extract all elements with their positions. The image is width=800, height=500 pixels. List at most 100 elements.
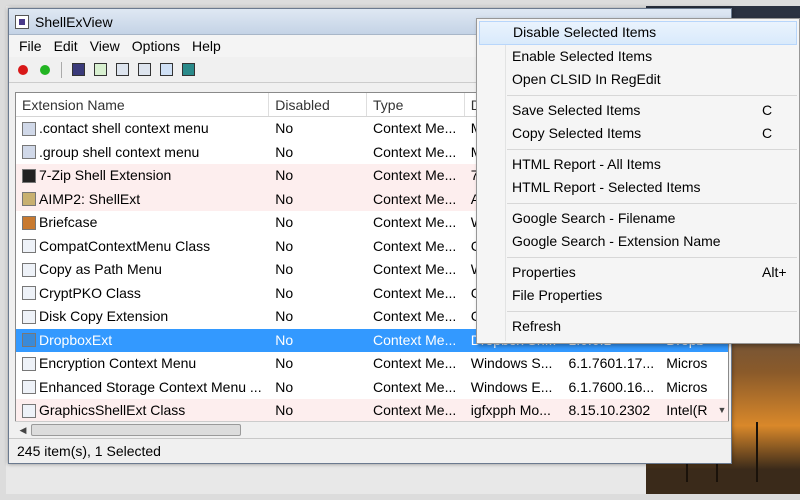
save-icon[interactable] <box>70 62 86 78</box>
column-type[interactable]: Type <box>367 93 465 116</box>
column-extension-name[interactable]: Extension Name <box>16 93 270 116</box>
extension-name: Briefcase <box>39 214 98 230</box>
cell-type: Context Me... <box>373 143 457 160</box>
cell-disabled: No <box>275 167 294 183</box>
context-menu: Disable Selected Items Enable Selected It… <box>476 18 800 344</box>
menu-item-label: HTML Report - All Items <box>512 155 661 172</box>
cell-disabled: No <box>275 331 294 348</box>
cell-disabled: No <box>275 120 294 136</box>
table-row[interactable]: GraphicsShellExt Class No Context Me... igf… <box>16 399 728 423</box>
extension-icon <box>22 403 36 418</box>
horizontal-scrollbar[interactable]: ◀ <box>15 421 729 438</box>
menu-item-label: Save Selected Items <box>512 101 641 118</box>
extension-icon <box>22 286 36 301</box>
cell-type: Context Me... <box>373 237 457 254</box>
cell-type: Context Me... <box>373 190 457 207</box>
cell-type: Context Me... <box>373 120 457 136</box>
cell-type: Context Me... <box>373 378 457 395</box>
menu-options[interactable]: Options <box>126 38 186 54</box>
cell-disabled: No <box>275 237 294 254</box>
extension-icon <box>22 356 36 371</box>
menu-file[interactable]: File <box>13 38 48 54</box>
extension-name: Copy as Path Menu <box>39 261 162 277</box>
cell-name: GraphicsShellExt Class <box>16 399 269 423</box>
scroll-down-icon[interactable]: ▼ <box>715 405 729 419</box>
cell-disabled: No <box>275 402 294 418</box>
extension-icon <box>22 215 36 230</box>
menu-separator <box>507 202 797 204</box>
menu-item-label: HTML Report - Selected Items <box>512 179 701 195</box>
menu-item-copy-selected-items[interactable]: Copy Selected Items C <box>477 122 799 146</box>
cell-name: .contact shell context menu <box>16 117 269 141</box>
menu-item-properties[interactable]: Properties Alt+ <box>477 261 799 285</box>
menu-separator <box>507 94 797 96</box>
menu-separator <box>507 256 797 258</box>
window-title: ShellExView <box>35 13 113 30</box>
cell-name: Encryption Context Menu <box>16 352 269 376</box>
menu-item-open-clsid-in-regedit[interactable]: Open CLSID In RegEdit <box>477 68 799 92</box>
menu-item-html-report-selected-items[interactable]: HTML Report - Selected Items <box>477 176 799 200</box>
cell-disabled: No <box>275 214 294 230</box>
extension-name: GraphicsShellExt Class <box>39 402 186 418</box>
menu-item-save-selected-items[interactable]: Save Selected Items C <box>477 99 799 123</box>
column-disabled[interactable]: Disabled <box>269 93 367 116</box>
menu-item-label: Open CLSID In RegEdit <box>512 71 661 87</box>
menu-item-file-properties[interactable]: File Properties <box>477 284 799 308</box>
menu-item-html-report-all-items[interactable]: HTML Report - All Items <box>477 153 799 177</box>
table-row[interactable]: Enhanced Storage Context Menu ... No Conte… <box>16 376 728 400</box>
menu-separator <box>507 148 797 150</box>
cell-disabled: No <box>275 143 294 160</box>
menu-help[interactable]: Help <box>186 38 227 54</box>
refresh-icon[interactable] <box>92 62 108 78</box>
cell-name: DropboxExt <box>16 329 269 353</box>
menu-item-label: Enable Selected Items <box>512 47 653 64</box>
cell-type: Context Me... <box>373 355 457 371</box>
extension-name: .group shell context menu <box>39 143 200 160</box>
disable-red-icon[interactable] <box>15 62 31 78</box>
extension-name: CryptPKO Class <box>39 284 141 301</box>
menu-item-label: File Properties <box>512 287 603 303</box>
cell-disabled: No <box>275 190 294 207</box>
find-icon[interactable] <box>158 62 174 78</box>
menu-item-google-search-extension-name[interactable]: Google Search - Extension Name <box>477 230 799 254</box>
cell-name: CryptPKO Class <box>16 282 269 306</box>
cell-desc: Windows S... <box>470 355 553 371</box>
menu-item-google-search-filename[interactable]: Google Search - Filename <box>477 207 799 231</box>
menu-item-shortcut: Alt+ <box>762 263 787 280</box>
table-row[interactable]: Encryption Context Menu No Context Me... Wi… <box>16 352 728 376</box>
extension-icon <box>22 309 36 324</box>
menu-view[interactable]: View <box>84 38 126 54</box>
menu-item-refresh[interactable]: Refresh <box>477 315 799 339</box>
cell-name: CompatContextMenu Class <box>16 235 269 259</box>
menu-item-enable-selected-items[interactable]: Enable Selected Items <box>477 45 799 69</box>
scroll-thumb[interactable] <box>31 424 241 436</box>
enable-green-icon[interactable] <box>37 62 53 78</box>
cell-disabled: No <box>275 261 294 277</box>
cell-company: Micros <box>666 355 708 371</box>
toolbar-separator <box>61 61 62 78</box>
scroll-left-icon[interactable]: ◀ <box>15 422 31 439</box>
cell-type: Context Me... <box>373 167 457 183</box>
extension-name: .contact shell context menu <box>39 120 209 136</box>
cell-disabled: No <box>275 378 294 395</box>
extension-icon <box>22 121 36 136</box>
extension-icon <box>22 168 36 183</box>
cell-type: Context Me... <box>373 261 457 277</box>
properties-icon[interactable] <box>136 62 152 78</box>
menu-item-disable-selected-items[interactable]: Disable Selected Items <box>479 21 797 45</box>
extension-icon <box>22 333 36 348</box>
menu-edit[interactable]: Edit <box>48 38 84 54</box>
menu-item-label: Google Search - Filename <box>512 209 676 226</box>
cell-disabled: No <box>275 308 294 324</box>
exit-icon[interactable] <box>180 62 196 78</box>
cell-name: Briefcase <box>16 211 269 235</box>
menu-item-label: Properties <box>512 263 576 280</box>
extension-name: Enhanced Storage Context Menu ... <box>39 378 262 395</box>
menu-item-shortcut: C <box>762 101 773 118</box>
cell-name: 7-Zip Shell Extension <box>16 164 269 188</box>
extension-name: DropboxExt <box>39 331 113 348</box>
copy-icon[interactable] <box>114 62 130 78</box>
extension-icon <box>22 262 36 277</box>
cell-desc: Windows E... <box>470 378 553 395</box>
menu-item-shortcut: C <box>762 125 773 141</box>
